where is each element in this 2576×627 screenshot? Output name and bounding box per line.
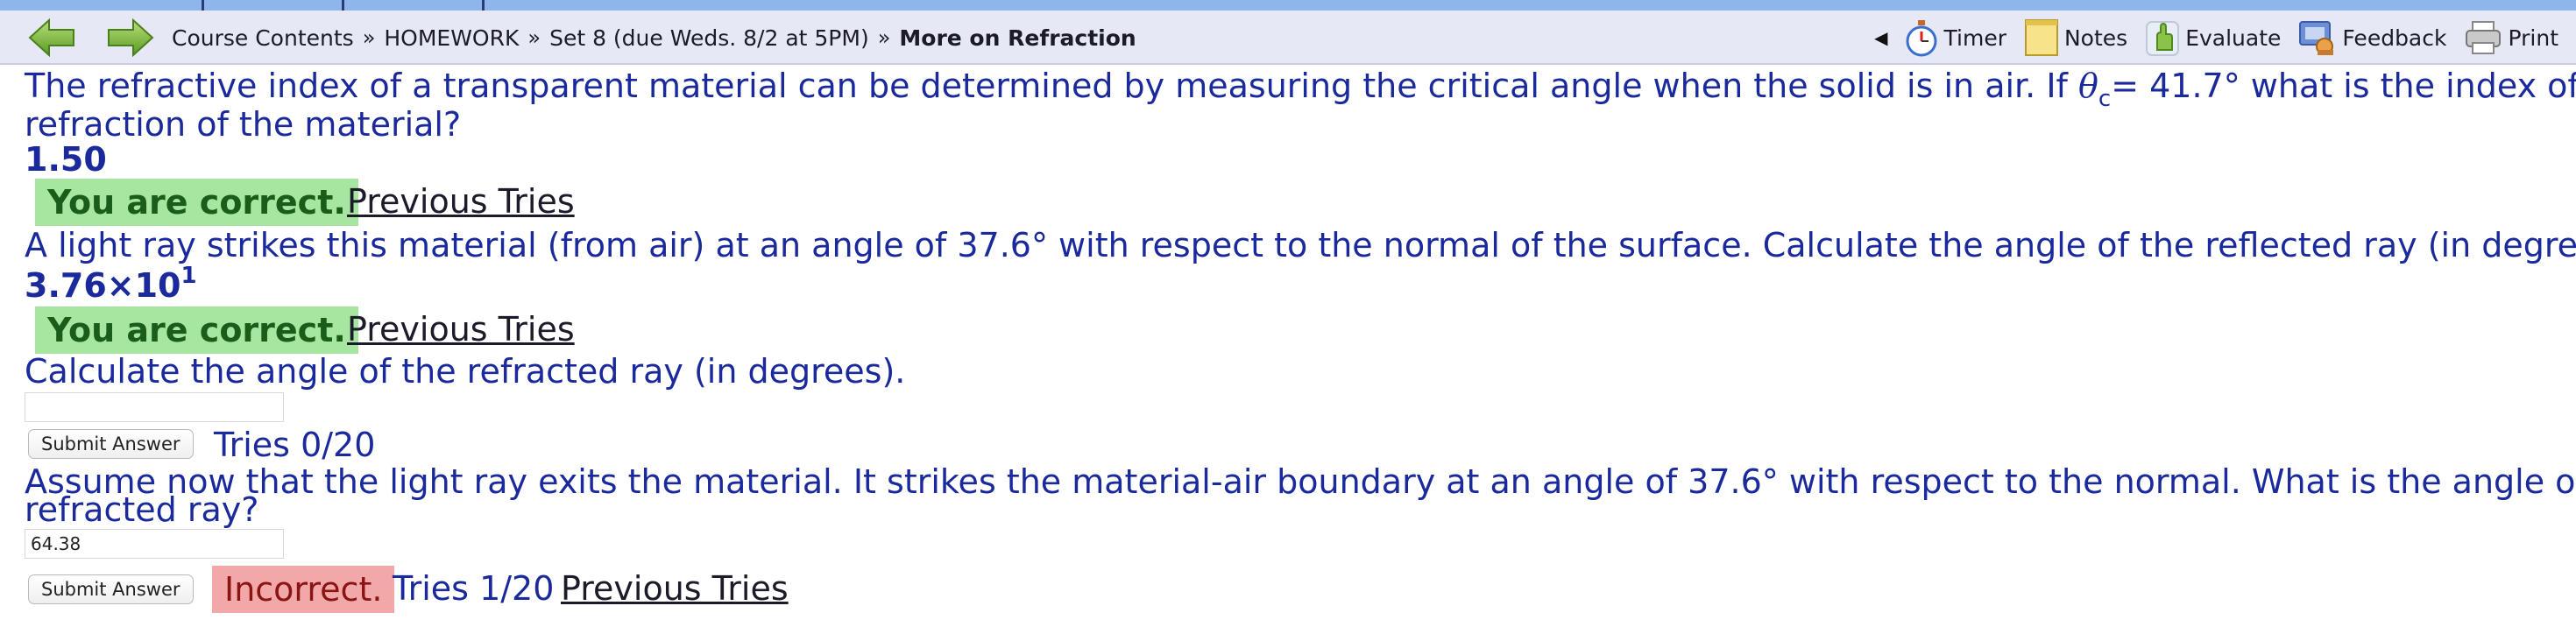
question-1-text-line-1: The refractive index of a transparent ma… xyxy=(25,67,2576,112)
breadcrumb: Course Contents » HOMEWORK » Set 8 (due … xyxy=(172,11,1136,65)
collapse-triangle-icon[interactable]: ◀ xyxy=(1874,27,1887,48)
theta-symbol: θ xyxy=(2078,67,2098,105)
notepad-icon xyxy=(2024,19,2058,56)
answer-exponent: 1 xyxy=(180,263,197,289)
question-2-text: A light ray strikes this material (from … xyxy=(25,226,2576,264)
navigation-bar: Course Contents » HOMEWORK » Set 8 (due … xyxy=(0,11,2576,65)
question-3-tries-counter: Tries 0/20 xyxy=(214,426,376,464)
question-4-tries-counter: Tries 1/20 xyxy=(393,569,555,608)
toolbar: ◀ Timer Notes Evaluate Feedback Print xyxy=(1874,11,2576,65)
question-4-answer-input[interactable] xyxy=(25,529,284,559)
timer-label: Timer xyxy=(1943,25,2006,51)
breadcrumb-separator: » xyxy=(362,25,376,50)
breadcrumb-course-contents[interactable]: Course Contents xyxy=(172,25,354,51)
back-arrow-icon[interactable] xyxy=(28,18,75,58)
question-2-previous-tries-link[interactable]: Previous Tries xyxy=(347,310,575,349)
question-1-answer: 1.50 xyxy=(25,140,107,179)
strip-divider xyxy=(342,0,344,11)
timer-button[interactable]: Timer xyxy=(1904,18,2006,57)
question-4-text-line-2: refracted ray? xyxy=(25,490,259,529)
answer-mantissa: 3.76×10 xyxy=(25,266,181,305)
strip-divider xyxy=(202,0,204,11)
question-4-text-line-1: Assume now that the light ray exits the … xyxy=(25,462,2576,501)
question-2-correct-badge: You are correct. xyxy=(35,306,358,354)
forward-arrow-icon[interactable] xyxy=(107,18,154,58)
feedback-button[interactable]: Feedback xyxy=(2298,18,2446,57)
print-label: Print xyxy=(2508,25,2558,51)
question-4-incorrect-badge: Incorrect. xyxy=(212,566,395,613)
breadcrumb-homework[interactable]: HOMEWORK xyxy=(384,25,519,51)
evaluate-button[interactable]: Evaluate xyxy=(2145,18,2281,57)
breadcrumb-separator: » xyxy=(877,25,891,50)
print-button[interactable]: Print xyxy=(2464,18,2558,57)
evaluate-hand-icon xyxy=(2146,21,2180,56)
feedback-icon xyxy=(2299,21,2334,55)
notes-label: Notes xyxy=(2063,25,2128,51)
notes-button[interactable]: Notes xyxy=(2024,18,2127,57)
printer-icon xyxy=(2466,21,2502,54)
top-color-strip xyxy=(0,0,2576,11)
question-1-text-part-a: The refractive index of a transparent ma… xyxy=(25,67,2078,105)
breadcrumb-current-page: More on Refraction xyxy=(899,25,1136,51)
question-2-answer: 3.76×101 xyxy=(25,263,197,305)
strip-divider xyxy=(482,0,485,11)
breadcrumb-separator: » xyxy=(527,25,541,50)
question-4-submit-button[interactable]: Submit Answer xyxy=(28,574,194,604)
question-1-previous-tries-link[interactable]: Previous Tries xyxy=(347,182,575,221)
question-4-previous-tries-link[interactable]: Previous Tries xyxy=(561,569,789,608)
stopwatch-icon xyxy=(1906,20,1937,57)
theta-subscript: c xyxy=(2098,86,2112,112)
question-1-correct-badge: You are correct. xyxy=(35,179,358,226)
evaluate-label: Evaluate xyxy=(2185,25,2282,51)
question-3-submit-button[interactable]: Submit Answer xyxy=(28,429,194,459)
feedback-label: Feedback xyxy=(2342,25,2447,51)
question-3-answer-input[interactable] xyxy=(25,392,284,422)
breadcrumb-set-8[interactable]: Set 8 (due Weds. 8/2 at 5PM) xyxy=(549,25,869,51)
question-1-text-part-b: = 41.7° what is the index of xyxy=(2111,67,2576,105)
question-1-text-line-2: refraction of the material? xyxy=(25,105,462,144)
question-3-text: Calculate the angle of the refracted ray… xyxy=(25,352,906,391)
